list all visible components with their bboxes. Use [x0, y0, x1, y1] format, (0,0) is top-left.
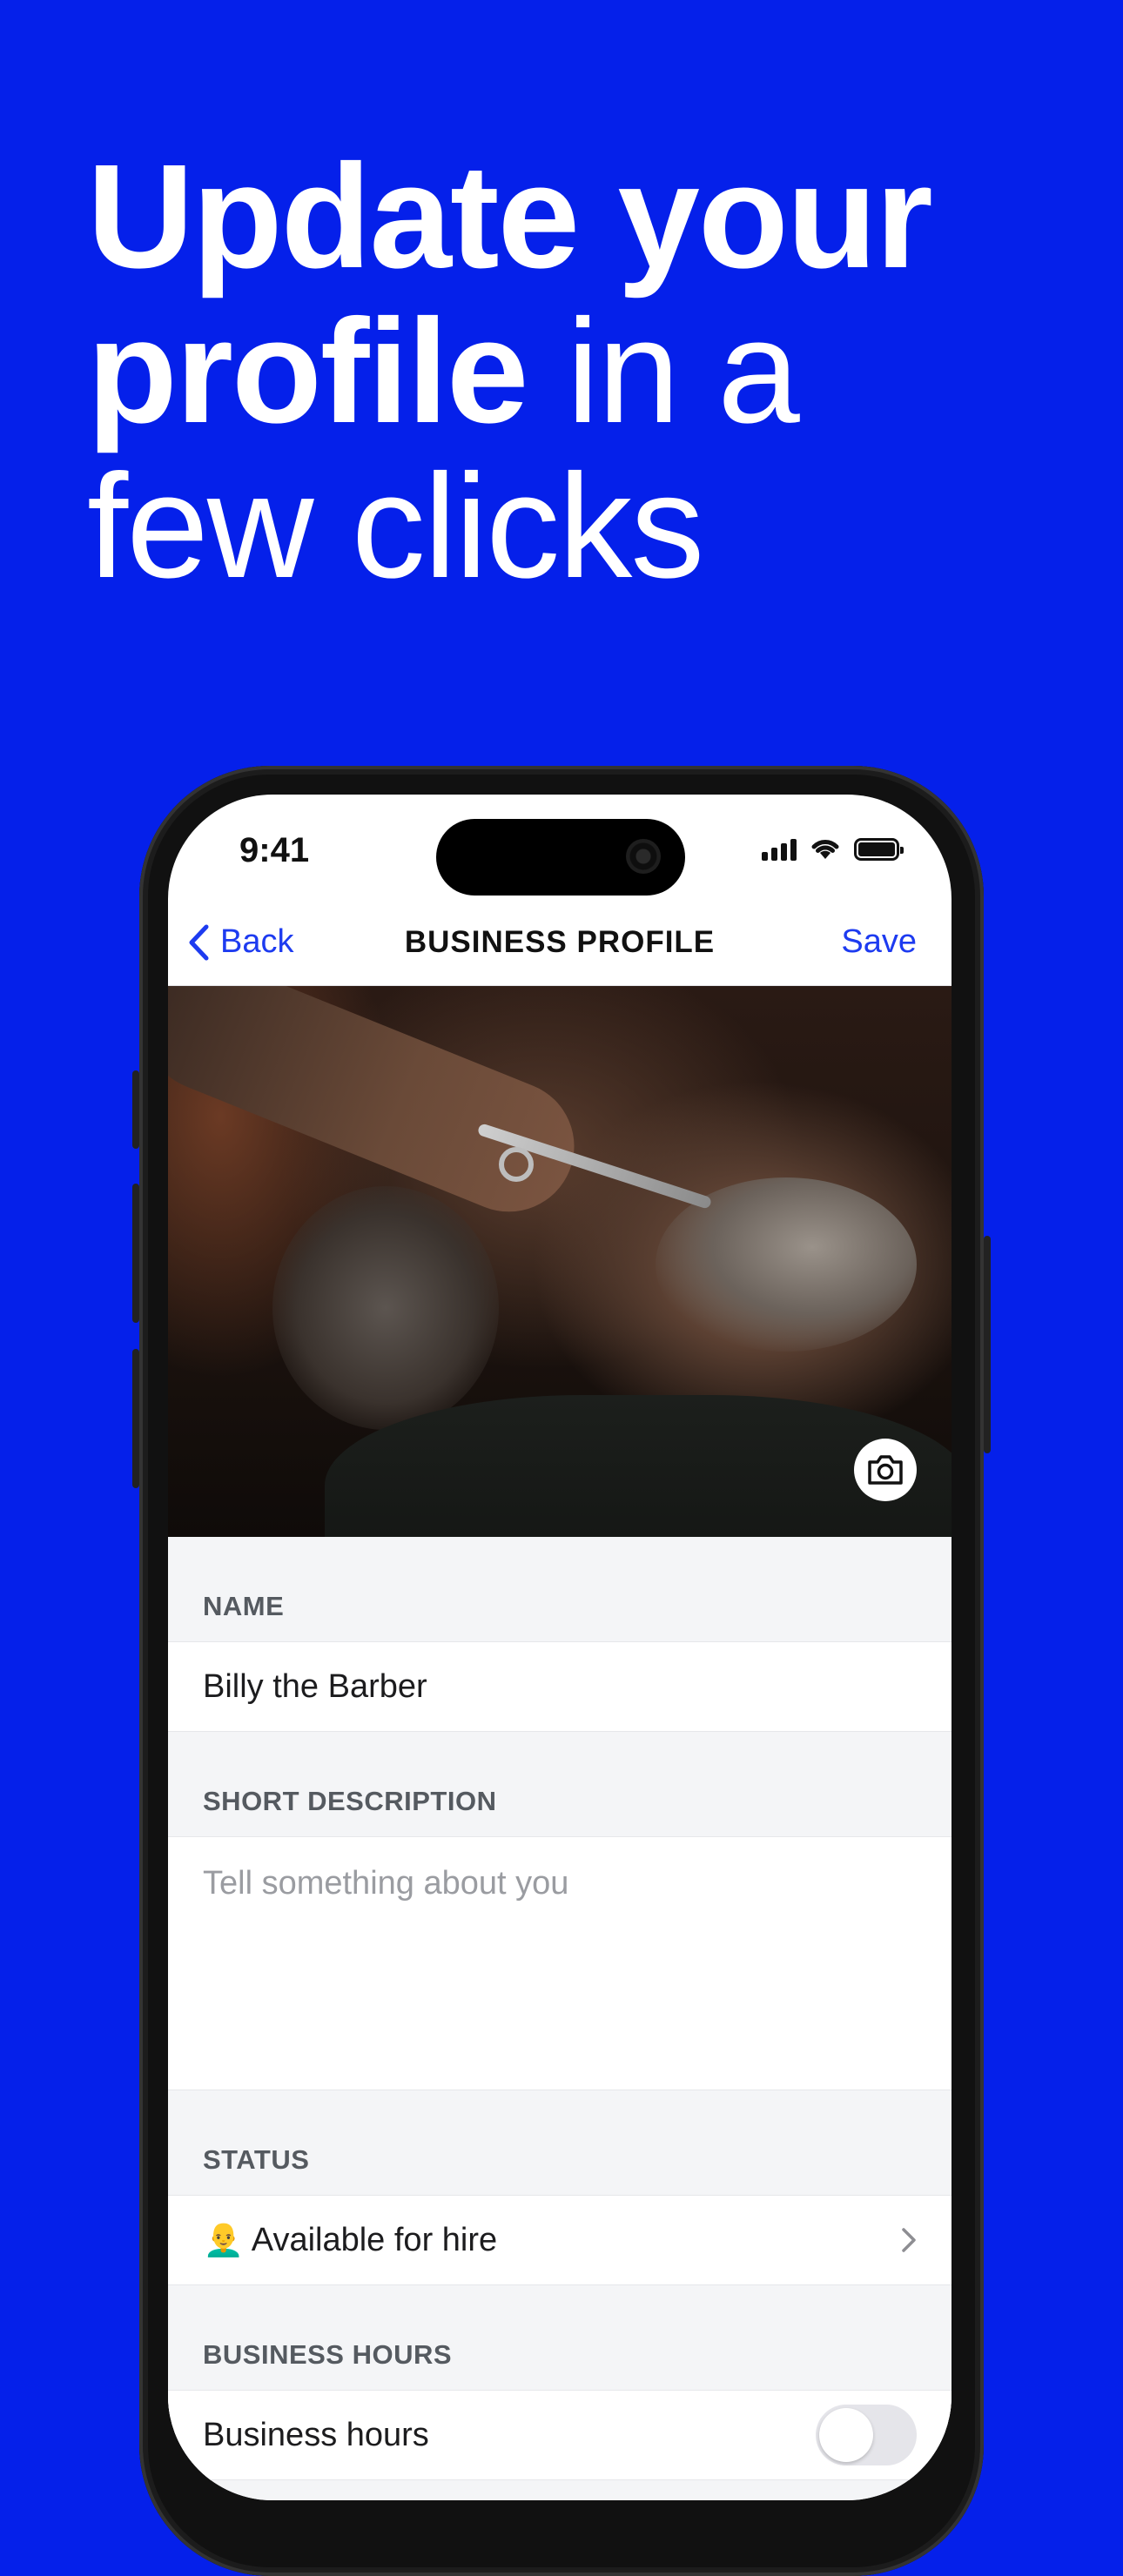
status-label: STATUS [203, 2144, 310, 2175]
wifi-icon [811, 840, 839, 859]
status-value: Available for hire [251, 2222, 498, 2258]
headline-line-2-bold: profile [87, 289, 528, 454]
name-value: Billy the Barber [203, 1667, 427, 1705]
battery-icon [854, 838, 904, 861]
status-emoji: 👨‍🦲 [203, 2222, 245, 2258]
back-label: Back [220, 923, 294, 960]
phone-side-button [132, 1070, 139, 1149]
headline-line-2-light: in a [527, 289, 800, 454]
phone-volume-down [132, 1349, 139, 1488]
description-label: SHORT DESCRIPTION [203, 1786, 497, 1816]
change-photo-button[interactable] [854, 1439, 917, 1501]
profile-form: NAME Billy the Barber SHORT DESCRIPTION … [168, 1537, 952, 2500]
description-field[interactable]: Tell something about you [168, 1836, 952, 2090]
status-icons [762, 836, 904, 861]
status-row[interactable]: 👨‍🦲 Available for hire [168, 2195, 952, 2285]
back-button[interactable]: Back [168, 923, 293, 962]
phone-screen: 9:41 Back BUSINESS PROFILE Save NAME Bil… [168, 795, 952, 2500]
business-hours-row: Business hours [168, 2390, 952, 2480]
name-field[interactable]: Billy the Barber [168, 1641, 952, 1732]
business-hours-row-label: Business hours [203, 2416, 429, 2453]
business-hours-toggle[interactable] [816, 2405, 917, 2465]
name-label: NAME [203, 1591, 285, 1621]
save-button[interactable]: Save [841, 923, 952, 961]
camera-icon [868, 1455, 903, 1485]
signal-icon [762, 838, 797, 861]
status-bar: 9:41 [168, 795, 952, 899]
status-time: 9:41 [239, 831, 310, 869]
front-camera [626, 839, 661, 874]
headline-line-3: few clicks [87, 444, 704, 609]
phone-volume-up [132, 1184, 139, 1323]
chevron-right-icon [902, 2228, 916, 2252]
business-hours-label: BUSINESS HOURS [203, 2339, 453, 2370]
headline-line-1: Update your [87, 134, 933, 299]
headline: Update your profile in a few clicks [87, 139, 1088, 604]
phone-power-button [984, 1236, 991, 1453]
navbar: Back BUSINESS PROFILE Save [168, 899, 952, 986]
description-placeholder: Tell something about you [203, 1865, 569, 1902]
chevron-left-icon [189, 924, 209, 960]
profile-cover-photo[interactable] [168, 986, 952, 1537]
